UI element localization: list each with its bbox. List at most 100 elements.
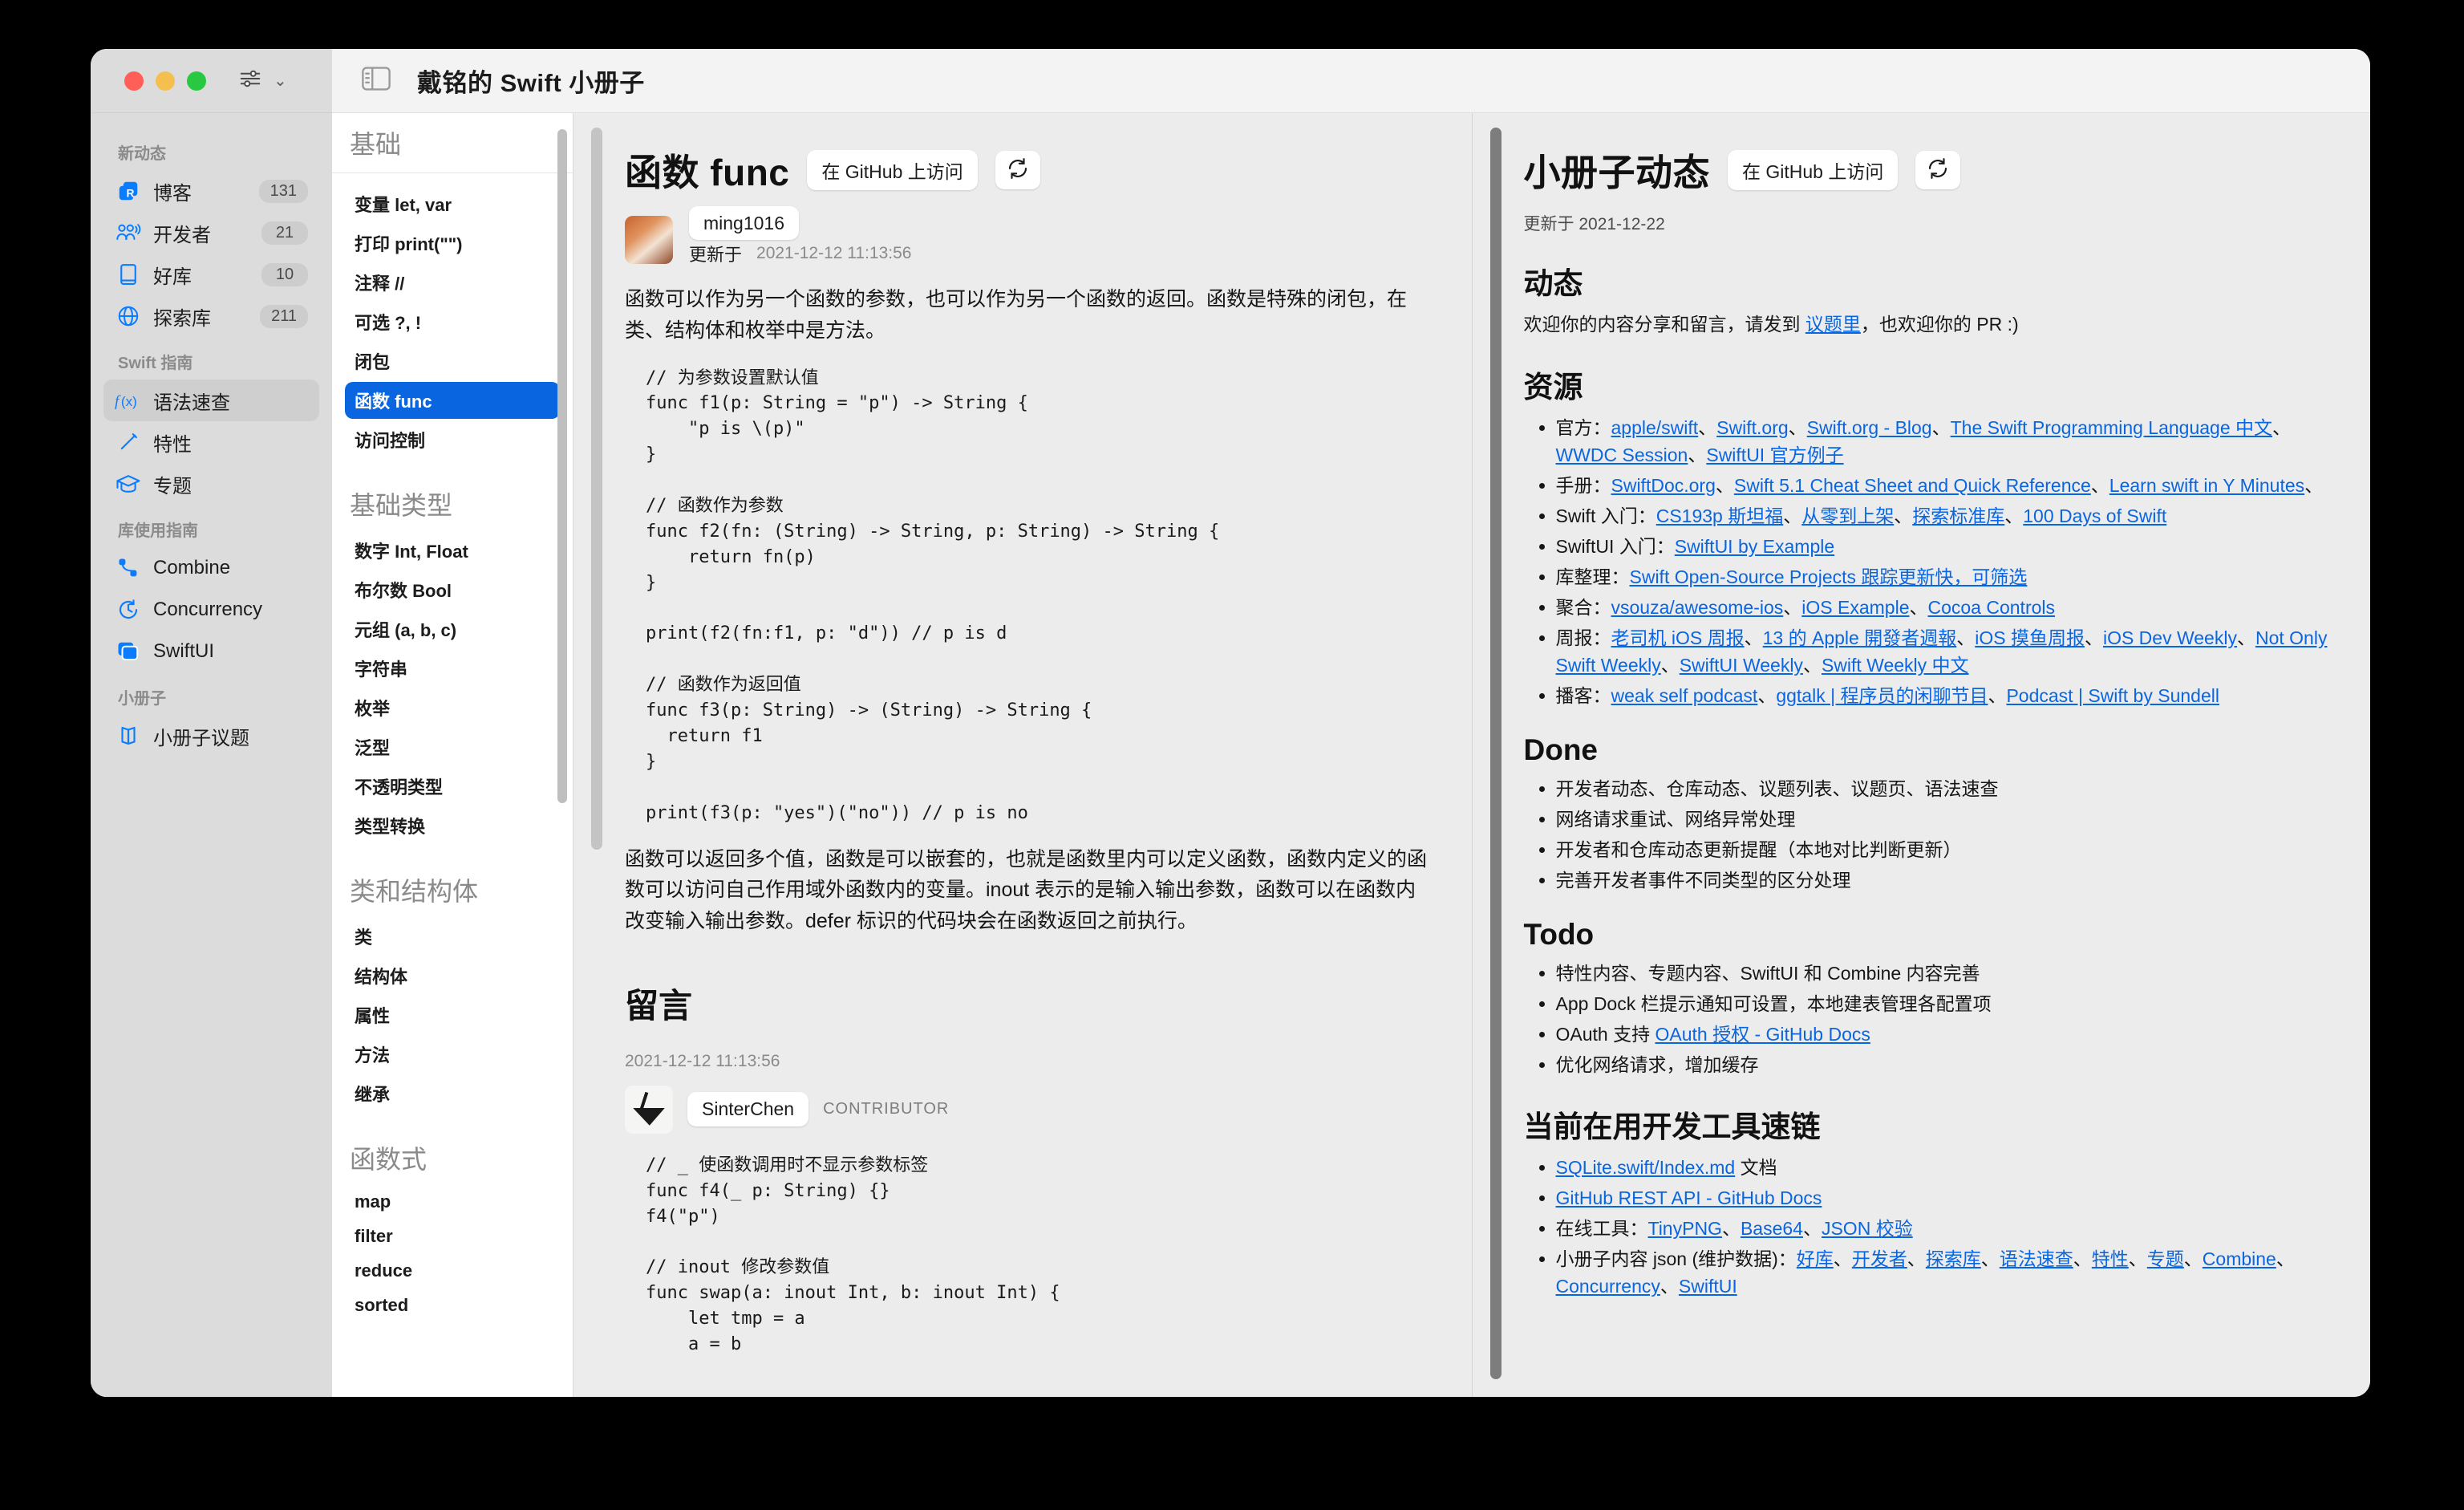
tool-link[interactable]: Concurrency bbox=[1556, 1276, 1660, 1297]
resource-link[interactable]: iOS 摸鱼周报 bbox=[1975, 627, 2085, 648]
app-window: ⌄ 戴铭的 Swift 小册子 新动态 R bbox=[91, 49, 2370, 1397]
resource-link[interactable]: vsouza/awesome-ios bbox=[1611, 597, 1784, 618]
sidebar-item-topics[interactable]: 专题 bbox=[103, 463, 319, 505]
toc-item[interactable]: 布尔数 Bool bbox=[345, 571, 560, 608]
toc-item[interactable]: 元组 (a, b, c) bbox=[345, 611, 560, 647]
toc-item[interactable]: 枚举 bbox=[345, 689, 560, 726]
toc-item[interactable]: map bbox=[345, 1186, 560, 1218]
toc-item[interactable]: 可选 ?, ! bbox=[345, 303, 560, 340]
resource-link[interactable]: Swift.org - Blog bbox=[1807, 417, 1932, 438]
toc-item[interactable]: 方法 bbox=[345, 1036, 560, 1073]
resource-link[interactable]: 13 的 Apple 開發者週報 bbox=[1763, 627, 1957, 648]
sliders-icon[interactable] bbox=[237, 67, 264, 95]
toc-item[interactable]: 属性 bbox=[345, 997, 560, 1033]
toc-item[interactable]: filter bbox=[345, 1220, 560, 1252]
refresh-button[interactable] bbox=[995, 151, 1040, 189]
sidebar-item-syntax[interactable]: f(x) 语法速查 bbox=[103, 380, 319, 421]
toc-section-title: 函数式 bbox=[350, 1139, 555, 1176]
toc-item[interactable]: 访问控制 bbox=[345, 421, 560, 458]
sidebar-item-libraries[interactable]: 好库 10 bbox=[103, 254, 319, 295]
resource-link[interactable]: 探索标准库 bbox=[1912, 505, 2004, 526]
resource-link[interactable]: Swift Weekly 中文 bbox=[1822, 655, 1969, 676]
toc-item[interactable]: reduce bbox=[345, 1255, 560, 1287]
resource-link[interactable]: 100 Days of Swift bbox=[2023, 505, 2166, 526]
tool-link[interactable]: SwiftUI bbox=[1679, 1276, 1737, 1297]
resource-link[interactable]: ggtalk | 程序员的闲聊节目 bbox=[1776, 685, 1988, 706]
resource-link[interactable]: SwiftUI Weekly bbox=[1680, 655, 1803, 676]
toc-item[interactable]: 类型转换 bbox=[345, 807, 560, 844]
toc-item[interactable]: 继承 bbox=[345, 1075, 560, 1112]
sidebar-item-concurrency[interactable]: Concurrency bbox=[103, 589, 319, 631]
close-button[interactable] bbox=[124, 71, 144, 91]
tool-link[interactable]: 专题 bbox=[2147, 1248, 2184, 1269]
sidebar-item-explore[interactable]: 探索库 211 bbox=[103, 295, 319, 337]
author-name-badge[interactable]: ming1016 bbox=[689, 206, 799, 240]
item-prefix: SwiftUI 入门： bbox=[1556, 536, 1675, 557]
chevron-down-icon[interactable]: ⌄ bbox=[274, 73, 287, 89]
toc-item[interactable]: 打印 print("") bbox=[345, 225, 560, 262]
comment-author-badge[interactable]: SinterChen bbox=[687, 1092, 808, 1126]
resource-link[interactable]: The Swift Programming Language 中文 bbox=[1951, 417, 2272, 438]
tool-link[interactable]: 特性 bbox=[2092, 1248, 2129, 1269]
sidebar-item-blog[interactable]: R 博客 131 bbox=[103, 170, 319, 212]
sidebar-item-features[interactable]: 特性 bbox=[103, 421, 319, 463]
tool-link[interactable]: Combine bbox=[2203, 1248, 2276, 1269]
resource-link[interactable]: 从零到上架 bbox=[1801, 505, 1894, 526]
minimize-button[interactable] bbox=[156, 71, 175, 91]
tool-link[interactable]: GitHub REST API - GitHub Docs bbox=[1556, 1187, 1822, 1208]
toc-item[interactable]: 注释 // bbox=[345, 264, 560, 301]
resource-link[interactable]: Learn swift in Y Minutes bbox=[2109, 475, 2304, 496]
resource-link[interactable]: WWDC Session bbox=[1556, 444, 1688, 465]
resource-link[interactable]: Swift Open-Source Projects 跟踪更新快，可筛选 bbox=[1630, 566, 2028, 587]
toc-item[interactable]: sorted bbox=[345, 1289, 560, 1321]
toc-item[interactable]: 类 bbox=[345, 918, 560, 955]
refresh-button[interactable] bbox=[1915, 151, 1960, 189]
toc-item[interactable]: 泛型 bbox=[345, 729, 560, 765]
resource-link[interactable]: iOS Dev Weekly bbox=[2103, 627, 2237, 648]
toc-item-selected[interactable]: 函数 func bbox=[345, 382, 560, 419]
news-section-todo: Todo bbox=[1524, 918, 2329, 952]
toc-item[interactable]: 闭包 bbox=[345, 343, 560, 380]
resource-link[interactable]: SwiftUI by Example bbox=[1675, 536, 1834, 557]
resource-link[interactable]: iOS Example bbox=[1801, 597, 1909, 618]
toc-scrollbar[interactable] bbox=[557, 129, 567, 803]
toc-item[interactable]: 字符串 bbox=[345, 650, 560, 687]
toc-item[interactable]: 结构体 bbox=[345, 957, 560, 994]
tool-link[interactable]: 探索库 bbox=[1926, 1248, 1981, 1269]
tool-link[interactable]: 语法速查 bbox=[2000, 1248, 2073, 1269]
open-on-github-button[interactable]: 在 GitHub 上访问 bbox=[1728, 150, 1898, 190]
sidebar-item-developers[interactable]: 开发者 21 bbox=[103, 212, 319, 254]
sidebar-filter-control[interactable]: ⌄ bbox=[237, 67, 287, 95]
resource-link[interactable]: apple/swift bbox=[1611, 417, 1699, 438]
oauth-docs-link[interactable]: OAuth 授权 - GitHub Docs bbox=[1655, 1024, 1870, 1045]
resource-link[interactable]: SwiftUI 官方例子 bbox=[1706, 444, 1843, 465]
traffic-lights[interactable] bbox=[124, 71, 206, 91]
resource-link[interactable]: Swift.org bbox=[1716, 417, 1788, 438]
zoom-button[interactable] bbox=[187, 71, 206, 91]
tool-link[interactable]: Base64 bbox=[1741, 1218, 1803, 1239]
toc-item[interactable]: 不透明类型 bbox=[345, 768, 560, 805]
resource-link[interactable]: weak self podcast bbox=[1611, 685, 1758, 706]
issues-link[interactable]: 议题里 bbox=[1805, 314, 1861, 335]
item-prefix: 小册子内容 json (维护数据)： bbox=[1556, 1248, 1797, 1269]
sidebar-item-swiftui[interactable]: SwiftUI bbox=[103, 631, 319, 672]
sidebar-item-booklet-issues[interactable]: 小册子议题 bbox=[103, 715, 319, 757]
tool-link[interactable]: TinyPNG bbox=[1648, 1218, 1722, 1239]
tool-link[interactable]: JSON 校验 bbox=[1822, 1218, 1913, 1239]
resource-link[interactable]: Cocoa Controls bbox=[1927, 597, 2055, 618]
toc-item[interactable]: 数字 Int, Float bbox=[345, 532, 560, 569]
sidebar-item-combine[interactable]: Combine bbox=[103, 547, 319, 589]
sidebar-toggle-icon[interactable] bbox=[361, 66, 391, 95]
toc-scroll-area[interactable]: 变量 let, var 打印 print("") 注释 // 可选 ?, ! 闭… bbox=[332, 174, 573, 1397]
toc-item[interactable]: 变量 let, var bbox=[345, 185, 560, 222]
booklet-icon bbox=[115, 724, 142, 748]
open-on-github-button[interactable]: 在 GitHub 上访问 bbox=[807, 150, 977, 190]
tool-link[interactable]: 好库 bbox=[1797, 1248, 1834, 1269]
tool-link[interactable]: 开发者 bbox=[1852, 1248, 1907, 1269]
resource-link[interactable]: CS193p 斯坦福 bbox=[1656, 505, 1784, 526]
tool-link[interactable]: SQLite.swift/Index.md bbox=[1556, 1157, 1736, 1178]
resource-link[interactable]: SwiftDoc.org bbox=[1611, 475, 1716, 496]
resource-link[interactable]: Podcast | Swift by Sundell bbox=[2006, 685, 2219, 706]
resource-link[interactable]: 老司机 iOS 周报 bbox=[1611, 627, 1745, 648]
resource-link[interactable]: Swift 5.1 Cheat Sheet and Quick Referenc… bbox=[1734, 475, 2091, 496]
